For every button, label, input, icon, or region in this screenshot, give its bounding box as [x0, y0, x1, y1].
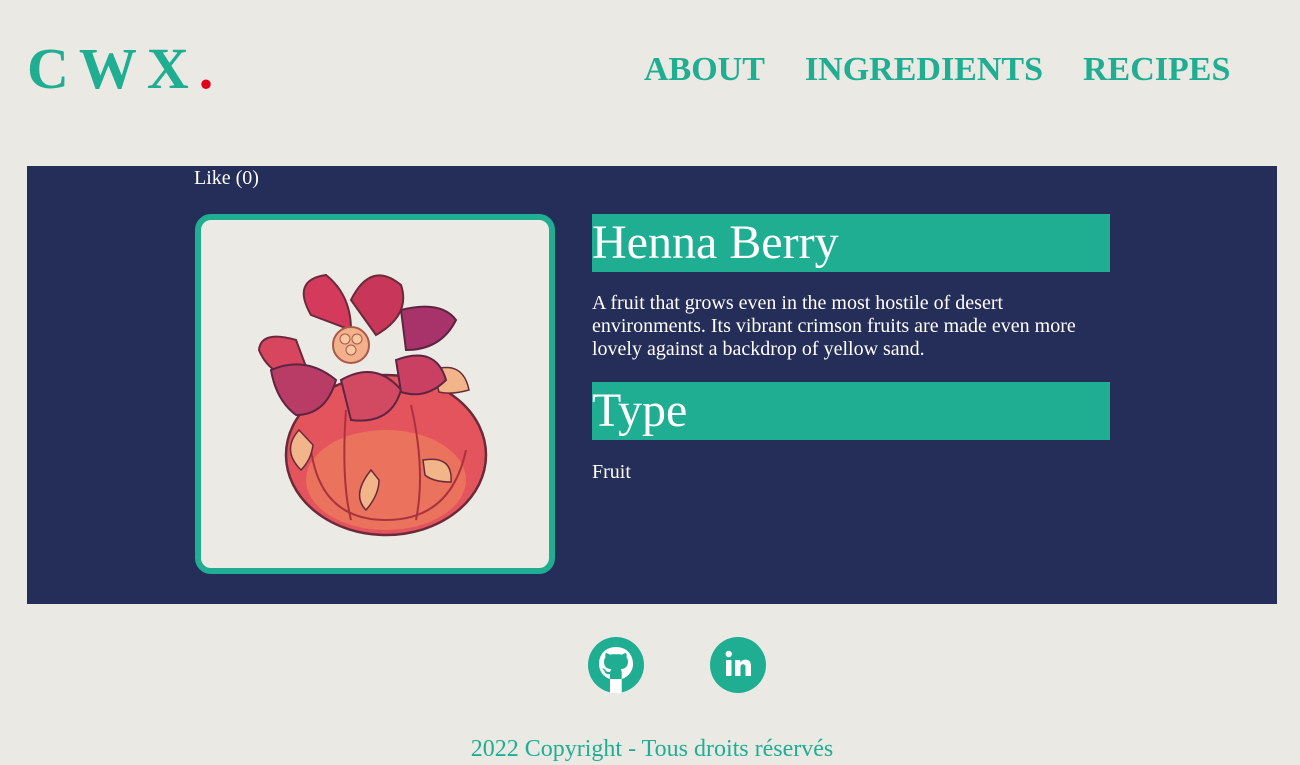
ingredient-description: A fruit that grows even in the most host… — [592, 292, 1076, 360]
github-link[interactable] — [588, 637, 644, 693]
ingredient-panel: Like (0) Henna Berry A fruit that grows … — [27, 166, 1277, 604]
like-button[interactable]: Like (0) — [194, 166, 259, 190]
github-icon — [599, 647, 633, 693]
ingredient-image-frame — [195, 214, 555, 574]
ingredient-name: Henna Berry — [592, 214, 1110, 272]
site-logo[interactable]: CWX. — [27, 34, 213, 104]
main-nav: ABOUT INGREDIENTS RECIPES — [644, 50, 1230, 90]
nav-recipes-link[interactable]: RECIPES — [1083, 50, 1230, 90]
copyright-text: 2022 Copyright - Tous droits réservés — [470, 736, 834, 762]
nav-about-link[interactable]: ABOUT — [644, 50, 765, 90]
logo-text: CWX — [27, 36, 199, 101]
type-heading: Type — [592, 382, 1110, 440]
type-value: Fruit — [592, 461, 631, 483]
ingredient-info: Henna Berry A fruit that grows even in t… — [592, 214, 1110, 484]
logo-dot: . — [198, 36, 214, 101]
nav-ingredients-link[interactable]: INGREDIENTS — [805, 50, 1043, 90]
henna-berry-image — [257, 273, 488, 537]
linkedin-icon — [725, 650, 751, 676]
linkedin-link[interactable] — [710, 637, 766, 693]
